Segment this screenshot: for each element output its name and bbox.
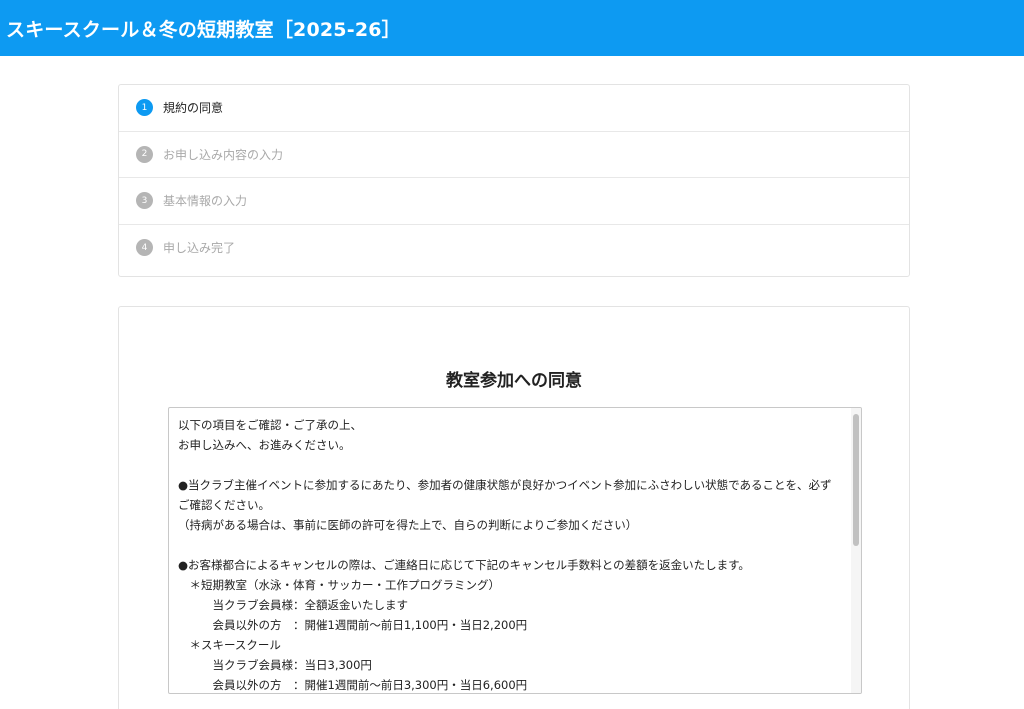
- step-number-badge: 3: [136, 192, 153, 210]
- scrollbar-thumb[interactable]: [853, 414, 859, 546]
- step-item-basic-info: 3 基本情報の入力: [119, 178, 909, 225]
- consent-panel: 教室参加への同意 以下の項目をご確認・ご了承の上、 お申し込みへ、お進みください…: [118, 306, 910, 709]
- page-title: スキースクール＆冬の短期教室［2025-26］: [6, 18, 401, 41]
- step-label: 規約の同意: [163, 101, 224, 116]
- step-label: お申し込み内容の入力: [163, 147, 284, 162]
- step-item-complete: 4 申し込み完了: [119, 225, 909, 272]
- app-header: スキースクール＆冬の短期教室［2025-26］: [0, 0, 1024, 56]
- terms-scrollbar[interactable]: [851, 408, 861, 693]
- step-progress: 1 規約の同意 2 お申し込み内容の入力 3 基本情報の入力 4 申し込み完了: [118, 84, 910, 277]
- step-label: 申し込み完了: [163, 241, 236, 256]
- step-number-badge: 1: [136, 99, 153, 117]
- step-item-terms: 1 規約の同意: [119, 85, 909, 132]
- terms-textarea[interactable]: 以下の項目をご確認・ご了承の上、 お申し込みへ、お進みください。 ●当クラブ主催…: [168, 407, 862, 694]
- step-number-badge: 2: [136, 145, 153, 163]
- step-item-application-input: 2 お申し込み内容の入力: [119, 132, 909, 178]
- consent-title: 教室参加への同意: [446, 371, 582, 391]
- step-number-badge: 4: [136, 239, 153, 257]
- step-label: 基本情報の入力: [163, 194, 248, 209]
- terms-text: 以下の項目をご確認・ご了承の上、 お申し込みへ、お進みください。 ●当クラブ主催…: [178, 418, 832, 692]
